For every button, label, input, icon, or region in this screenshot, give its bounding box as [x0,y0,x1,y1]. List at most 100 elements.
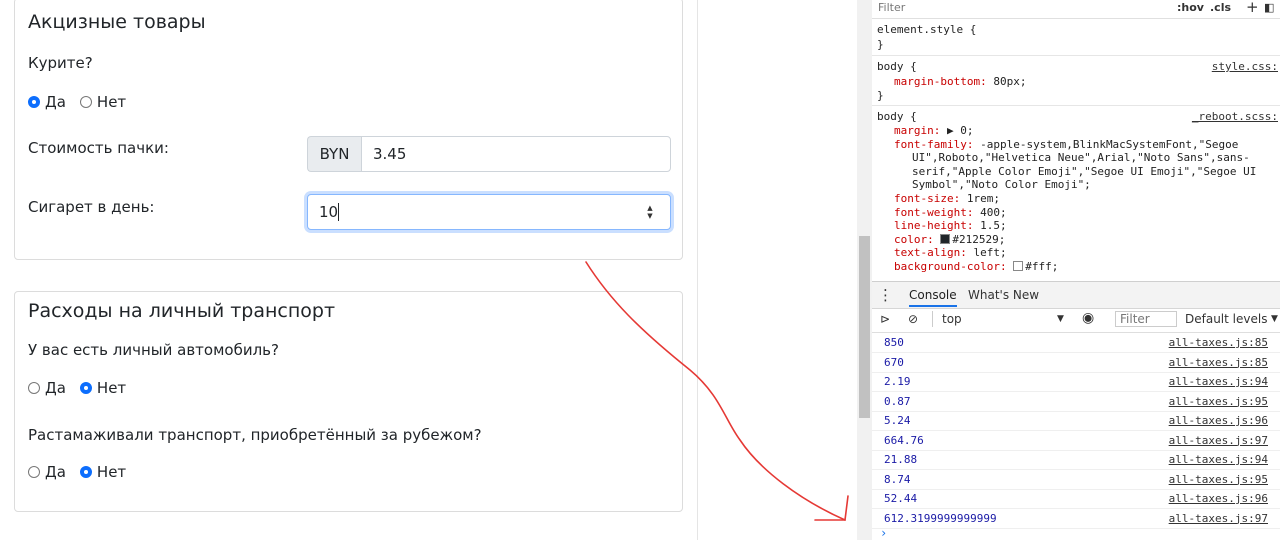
log-value: 2.19 [884,375,911,388]
eye-icon[interactable]: ◉ [1082,310,1094,326]
car-no-radio[interactable] [79,382,92,394]
spin-up-icon[interactable]: ▲ [647,204,652,212]
log-value: 0.87 [884,394,911,408]
log-value: 21.88 [884,453,918,466]
css-property: text-align: left; [894,246,1007,260]
car-no-label: Нет [96,379,127,397]
log-source-link[interactable]: all-taxes.js:95 [1169,395,1268,408]
log-value: 612.3199999999999 [884,511,997,525]
console-log-row: 8.74 all-taxes.js:95 [872,470,1280,490]
console-log-row: 612.3199999999999 all-taxes.js:97 [872,509,1280,529]
new-rule-plus-icon[interactable]: + [1246,0,1259,16]
smoke-no-radio[interactable] [79,96,92,108]
console-log-row: 0.87 all-taxes.js:95 [872,392,1280,412]
css-property: margin: ▶ 0; [894,124,974,137]
color-swatch[interactable] [1013,261,1024,271]
color-swatch[interactable] [940,233,951,244]
smoke-question: Курите? [28,54,93,72]
style-css-rule: body { style.css: margin-bottom: 80px; } [872,56,1280,106]
css-property: Symbol","Noto Color Emoji"; [912,178,1091,192]
log-value: 8.74 [884,472,911,486]
pack-cost-label: Стоимость пачки: [28,139,169,157]
clear-console-icon[interactable]: ⊘ [908,312,918,326]
context-selector-label: top [942,312,962,326]
smoke-no-label: Нет [96,93,127,111]
styles-filter-input[interactable]: Filter [878,1,905,14]
console-log-row: 664.76 all-taxes.js:97 [872,431,1280,451]
console-log-row: 52.44 all-taxes.js:96 [872,489,1280,509]
car-yes-radio[interactable] [28,382,40,394]
log-source-link[interactable]: all-taxes.js:85 [1169,336,1268,349]
drawer-menu-icon[interactable]: ⋮ [878,286,893,304]
log-source-link[interactable]: all-taxes.js:97 [1169,434,1268,447]
page-scrollbar[interactable] [857,0,872,540]
log-value: 5.24 [884,414,911,427]
pack-cost-group: BYN [307,136,671,172]
css-property: serif,"Apple Color Emoji","Segoe UI Emoj… [912,164,1257,178]
drawer-tabs: ⋮ Console What's New [872,281,1280,309]
reboot-scss-link[interactable]: _reboot.scss: [1192,110,1278,124]
spin-down-icon[interactable]: ▼ [647,212,652,220]
scrollbar-thumb[interactable] [859,236,870,418]
levels-chevron-icon[interactable]: ▼ [1271,314,1278,324]
css-property: background-color: #fff; [894,260,1059,273]
sidebar-show-icon[interactable]: ⊳ [880,312,890,326]
log-source-link[interactable]: all-taxes.js:94 [1169,453,1268,466]
number-spinner[interactable]: ▲ ▼ [644,204,656,220]
console-log-row: 21.88 all-taxes.js:94 [872,450,1280,470]
log-levels-dropdown[interactable]: Default levels [1185,312,1267,326]
customs-no-label: Нет [96,463,127,481]
styles-pane: element.style { } body { style.css: marg… [872,19,1280,280]
style-css-link[interactable]: style.css: [1212,60,1278,74]
body-selector: body { [877,60,917,73]
excise-card: Акцизные товары Курите? Да Нет Стоимость… [14,0,683,260]
cigarettes-per-day-input[interactable] [308,197,644,227]
pack-cost-input[interactable] [361,136,671,172]
text-caret [338,203,339,221]
chevron-down-icon[interactable]: ▼ [1057,314,1064,324]
car-yes-label: Да [45,379,66,397]
devtools-panel: Filter :hov .cls + ◧ element.style { } b… [857,0,1280,540]
customs-yes-radio[interactable] [28,466,40,478]
page-divider [697,0,698,540]
sidebar-toggle-icon[interactable]: ◧ [1264,1,1274,14]
cls-toggle[interactable]: .cls [1210,1,1231,14]
customs-no-radio[interactable] [79,466,92,478]
css-property: font-weight: 400; [894,205,1007,219]
element-style-rule: element.style { } [872,19,1280,56]
hov-toggle[interactable]: :hov [1177,1,1204,14]
log-value: 664.76 [884,433,924,447]
styles-filter-bar: Filter :hov .cls + ◧ [872,0,1280,19]
css-property: font-family: -apple-system,BlinkMacSyste… [894,137,1239,151]
customs-question: Растамаживали транспорт, приобретённый з… [28,426,482,444]
console-log-row: 5.24 all-taxes.js:96 [872,411,1280,431]
console-log-row: 670 all-taxes.js:85 [872,353,1280,373]
css-property: margin-bottom: 80px; [894,75,1027,88]
smoke-yes-label: Да [45,93,66,111]
console-log-row: 2.19 all-taxes.js:94 [872,372,1280,392]
cigarettes-per-day-label: Сигарет в день: [28,198,155,216]
element-style-selector: element.style { [877,23,977,36]
excise-title: Акцизные товары [28,11,206,33]
log-value: 670 [884,355,904,369]
log-source-link[interactable]: all-taxes.js:85 [1169,356,1268,369]
log-source-link[interactable]: all-taxes.js:96 [1169,492,1268,505]
css-property: font-size: 1rem; [894,192,1000,205]
console-prompt[interactable]: › [880,526,887,540]
log-value: 850 [884,336,904,349]
smoke-yes-radio[interactable] [28,96,40,108]
css-property: UI",Roboto,"Helvetica Neue",Arial,"Noto … [912,151,1250,165]
rule-close-brace: } [877,38,884,51]
log-source-link[interactable]: all-taxes.js:95 [1169,473,1268,486]
body-selector: body { [877,110,917,123]
log-value: 52.44 [884,492,918,505]
log-source-link[interactable]: all-taxes.js:96 [1169,414,1268,427]
log-source-link[interactable]: all-taxes.js:94 [1169,375,1268,388]
console-log-row: 850 all-taxes.js:85 [872,333,1280,353]
log-source-link[interactable]: all-taxes.js:97 [1169,512,1268,525]
customs-yes-label: Да [45,463,66,481]
tab-whats-new[interactable]: What's New [968,288,1039,302]
cigarettes-per-day-field[interactable]: ▲ ▼ [307,194,671,230]
currency-addon: BYN [307,136,361,172]
tab-console[interactable]: Console [909,288,957,307]
